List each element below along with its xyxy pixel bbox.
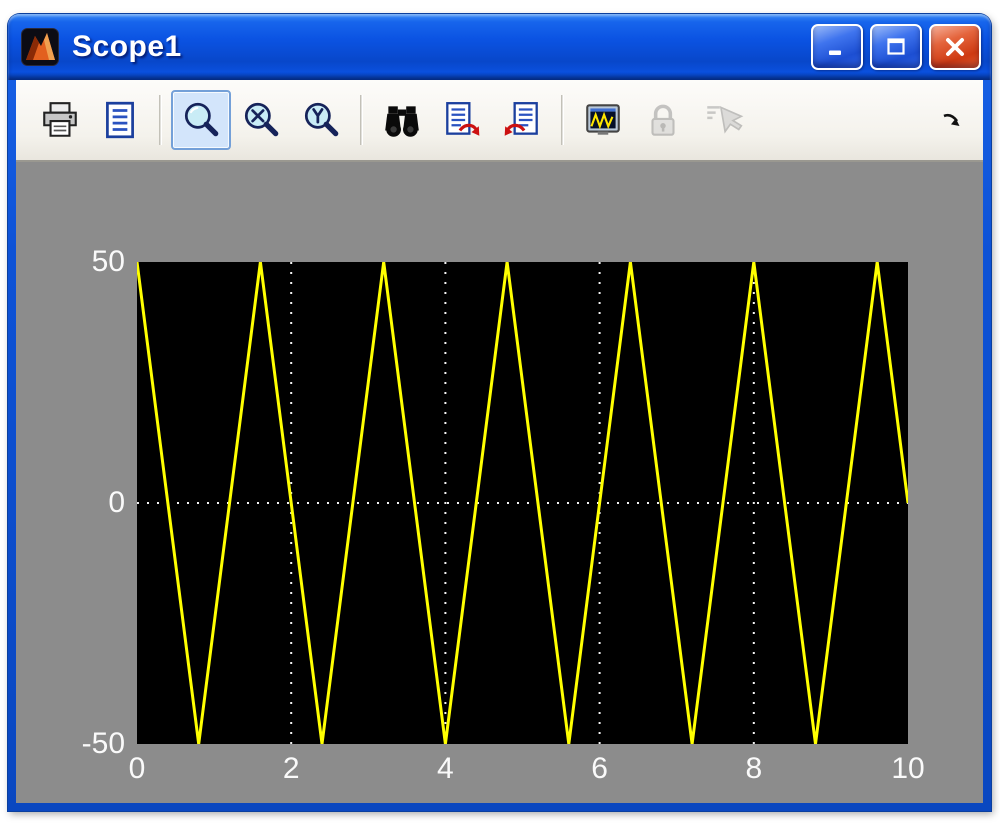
x-tick-label: 10 [891, 754, 924, 784]
scope-window: Scope1 [8, 14, 991, 811]
x-tick-label: 4 [437, 754, 454, 784]
signal-selection-button[interactable] [693, 90, 753, 150]
scope-canvas: 0246810-50050 [16, 162, 983, 803]
floating-scope-icon [582, 99, 624, 141]
save-axes-icon [441, 99, 483, 141]
close-icon [942, 34, 968, 60]
matlab-icon[interactable] [20, 27, 60, 67]
maximize-icon [884, 35, 908, 59]
x-tick-label: 8 [745, 754, 762, 784]
binoculars-icon [381, 99, 423, 141]
restore-axes-icon [501, 99, 543, 141]
window-content: 0246810-50050 [16, 80, 983, 803]
plot-svg [137, 262, 908, 744]
titlebar[interactable]: Scope1 [8, 14, 991, 80]
autoscale-button[interactable] [372, 90, 432, 150]
floating-scope-button[interactable] [573, 90, 633, 150]
zoom-x-button[interactable] [231, 90, 291, 150]
signal-selection-cursor-icon [702, 99, 744, 141]
zoom-button[interactable] [171, 90, 231, 150]
zoom-y-button[interactable] [291, 90, 351, 150]
minimize-icon [825, 35, 849, 59]
close-button[interactable] [929, 24, 981, 70]
zoom-x-icon [240, 99, 282, 141]
desktop: Scope1 [0, 0, 1000, 825]
parameters-button[interactable] [90, 90, 150, 150]
print-button[interactable] [30, 90, 90, 150]
lock-axes-button[interactable] [633, 90, 693, 150]
toolbar-separator [561, 95, 564, 145]
print-icon [39, 99, 81, 141]
x-tick-label: 2 [283, 754, 300, 784]
save-axes-button[interactable] [432, 90, 492, 150]
window-title: Scope1 [72, 30, 182, 64]
toolbar-separator [159, 95, 162, 145]
zoom-icon [180, 99, 222, 141]
y-tick-label: 50 [92, 247, 125, 277]
x-tick-label: 6 [591, 754, 608, 784]
parameters-icon [99, 99, 141, 141]
restore-axes-button[interactable] [492, 90, 552, 150]
toolbar-separator [360, 95, 363, 145]
minimize-button[interactable] [811, 24, 863, 70]
zoom-y-icon [300, 99, 342, 141]
maximize-button[interactable] [870, 24, 922, 70]
y-tick-label: 0 [108, 488, 125, 518]
x-tick-label: 0 [129, 754, 146, 784]
y-tick-label: -50 [82, 729, 125, 759]
plot-area[interactable] [137, 262, 908, 744]
toolbar [16, 80, 983, 162]
toolbar-overflow-arrow-icon[interactable] [939, 107, 965, 133]
lock-icon [642, 99, 684, 141]
